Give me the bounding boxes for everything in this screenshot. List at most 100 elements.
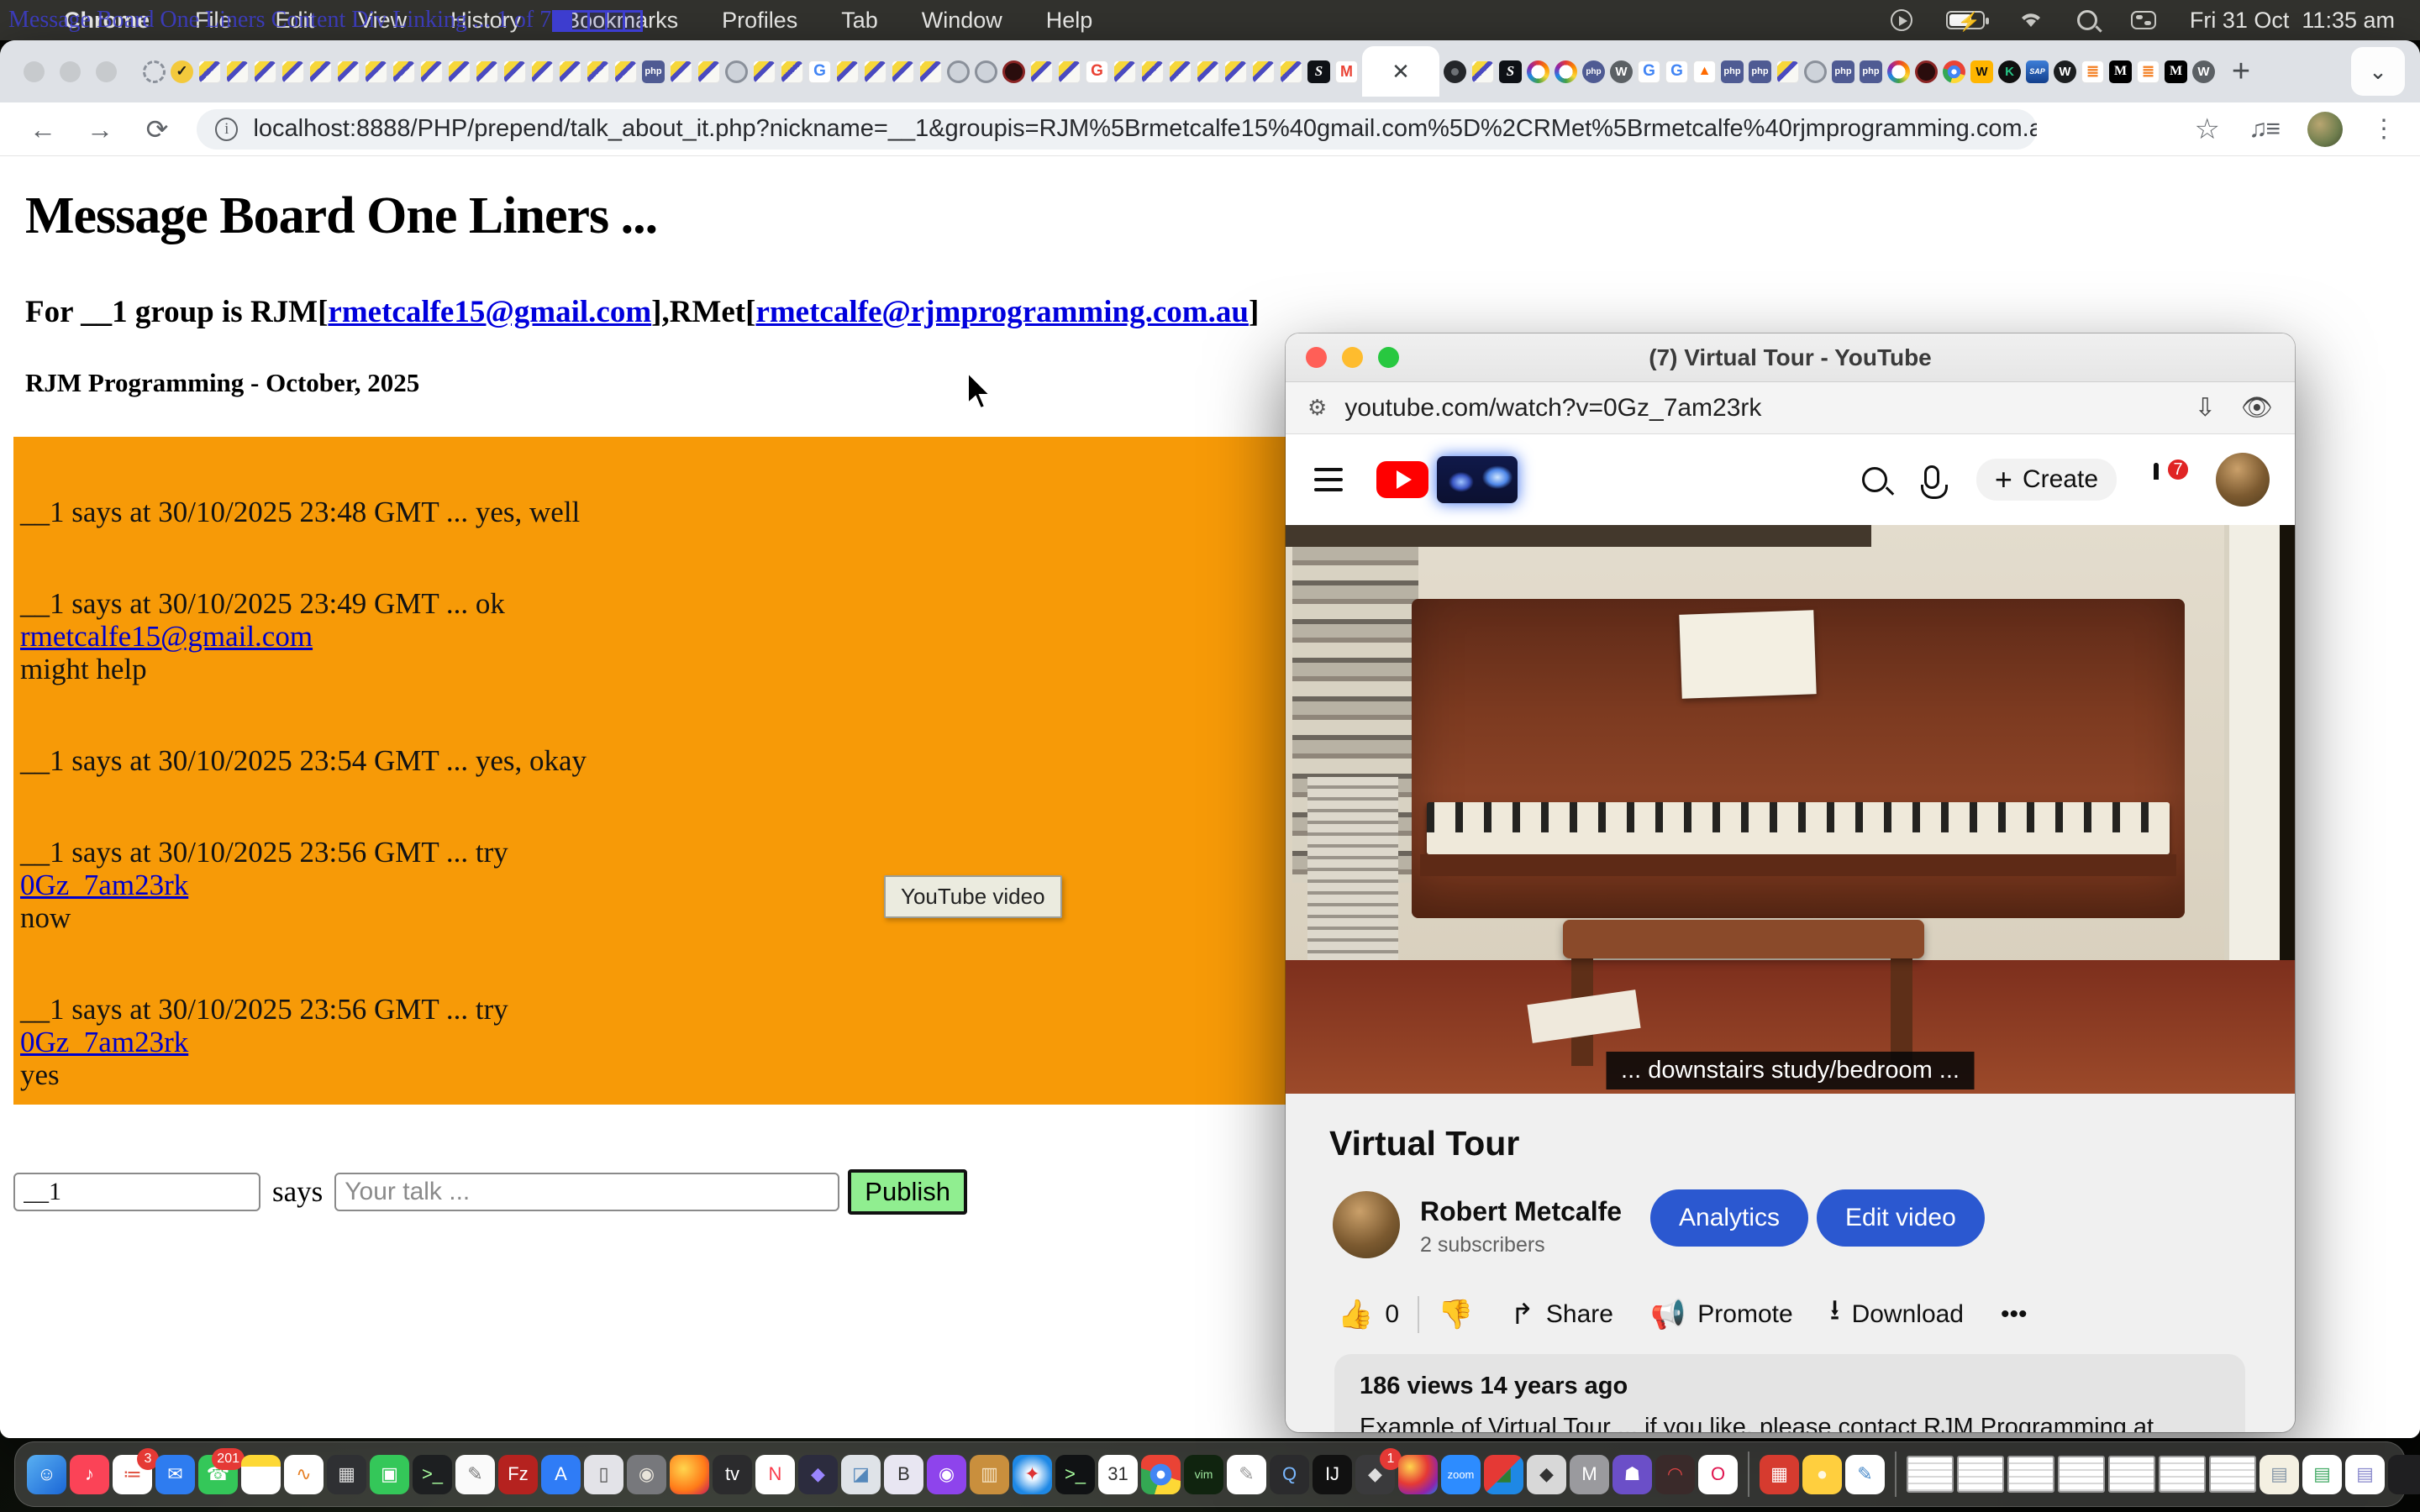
music-icon[interactable]: ♪ <box>70 1455 109 1494</box>
message-link[interactable]: 0Gz_7am23rk <box>20 1026 188 1058</box>
ghostty-icon[interactable]: ☗ <box>1612 1455 1652 1494</box>
wifi-icon[interactable] <box>2018 11 2044 29</box>
browser-tab[interactable] <box>1166 47 1194 96</box>
browser-tab[interactable]: ≣ <box>2134 47 2162 96</box>
browser-tab[interactable] <box>834 47 861 96</box>
facetime-icon[interactable]: ▣ <box>370 1455 409 1494</box>
forward-button[interactable]: → <box>86 115 114 144</box>
vim-terminal-icon[interactable]: vim <box>1184 1455 1223 1494</box>
browser-tab[interactable] <box>861 47 889 96</box>
promote-button[interactable]: 📢Promote <box>1632 1286 1812 1343</box>
browser-tab[interactable]: W <box>2051 47 2079 96</box>
browser-tab[interactable] <box>1469 47 1497 96</box>
browser-tab[interactable] <box>196 47 224 96</box>
like-button[interactable]: 👍0 <box>1319 1286 1418 1343</box>
browser-tab[interactable] <box>418 47 445 96</box>
finder-icon[interactable]: ☺ <box>27 1455 66 1494</box>
menu-profiles[interactable]: Profiles <box>700 8 819 34</box>
minimize-window-button[interactable] <box>60 61 81 82</box>
browser-tab[interactable] <box>667 47 695 96</box>
browser-tab[interactable] <box>445 47 473 96</box>
inkscape-icon[interactable]: ◆ <box>1527 1455 1566 1494</box>
group-email-link-1[interactable]: rmetcalfe15@gmail.com <box>328 295 651 329</box>
notes-icon[interactable] <box>241 1455 281 1494</box>
download-button[interactable]: ⭳Download <box>1812 1278 1982 1350</box>
browser-tab[interactable]: G <box>1083 47 1111 96</box>
preview-icon[interactable]: ◪ <box>841 1455 881 1494</box>
apple-tv-icon[interactable]: tv <box>713 1455 752 1494</box>
opera-icon[interactable]: O <box>1698 1455 1738 1494</box>
minimized-window[interactable] <box>2108 1456 2155 1493</box>
minimized-window[interactable] <box>2159 1456 2206 1493</box>
minimized-window[interactable] <box>1957 1456 2004 1493</box>
browser-tab[interactable] <box>307 47 334 96</box>
browser-tab[interactable]: php <box>1829 47 1857 96</box>
browser-tab[interactable]: ✓ <box>168 47 196 96</box>
minimized-window[interactable] <box>2007 1456 2054 1493</box>
browser-tab[interactable] <box>1249 47 1277 96</box>
browser-tab[interactable] <box>556 47 584 96</box>
profile-avatar[interactable] <box>2307 112 2343 147</box>
analytics-button[interactable]: Analytics <box>1650 1189 1808 1247</box>
browser-tab[interactable] <box>1277 47 1305 96</box>
widget-dark-icon[interactable] <box>2388 1455 2420 1494</box>
browser-tab[interactable] <box>279 47 307 96</box>
back-button[interactable]: ← <box>29 115 57 144</box>
minimized-window[interactable] <box>1907 1456 1954 1493</box>
site-settings-icon[interactable]: ⚙ <box>1307 395 1324 421</box>
news-icon[interactable]: N <box>755 1455 795 1494</box>
browser-tab[interactable] <box>1774 47 1802 96</box>
browser-tab[interactable]: G <box>1663 47 1691 96</box>
more-actions-button[interactable]: ••• <box>1982 1289 2046 1341</box>
browser-tab[interactable] <box>944 47 972 96</box>
yt-description-box[interactable]: 186 views 14 years ago Example of Virtua… <box>1334 1354 2245 1432</box>
browser-tab[interactable]: ▲ <box>1691 47 1718 96</box>
youtube-logo-custom[interactable] <box>1437 456 1518 503</box>
dislike-button[interactable]: 👎 <box>1419 1286 1491 1343</box>
new-tab-button[interactable]: + <box>2217 48 2265 95</box>
zoom-icon[interactable]: zoom <box>1441 1455 1481 1494</box>
iterm-icon[interactable]: >_ <box>1055 1455 1095 1494</box>
phone-icon[interactable]: ☎201 <box>198 1455 238 1494</box>
browser-tab[interactable] <box>723 47 750 96</box>
site-info-icon[interactable]: i <box>215 118 238 141</box>
nickname-input[interactable] <box>13 1173 260 1211</box>
textedit-doc-icon[interactable]: ✎ <box>1227 1455 1266 1494</box>
browser-tab[interactable] <box>1912 47 1940 96</box>
bbedit-icon[interactable]: B <box>884 1455 923 1494</box>
menu-window[interactable]: Window <box>900 8 1024 34</box>
address-bar[interactable]: i localhost:8888/PHP/prepend/talk_about_… <box>197 109 2037 150</box>
browser-tab[interactable] <box>695 47 723 96</box>
browser-tab[interactable]: php <box>1746 47 1774 96</box>
brave-dark-icon[interactable]: ◠ <box>1655 1455 1695 1494</box>
browser-tab[interactable]: G <box>806 47 834 96</box>
yt-create-button[interactable]: +Create <box>1976 459 2117 501</box>
zoom-window-button[interactable] <box>96 61 117 82</box>
reading-list-icon[interactable]: ♫≡ <box>2249 115 2279 144</box>
channel-name[interactable]: Robert Metcalfe <box>1420 1196 1622 1227</box>
browser-tab[interactable] <box>390 47 418 96</box>
close-tab-icon[interactable]: ✕ <box>1392 59 1410 85</box>
yt-profile-avatar[interactable] <box>2216 453 2270 507</box>
minimized-window[interactable] <box>2209 1456 2256 1493</box>
browser-tab[interactable] <box>1055 47 1083 96</box>
channel-avatar[interactable] <box>1333 1191 1400 1258</box>
close-window-button[interactable] <box>24 61 45 82</box>
archive-utility-icon[interactable]: ▥ <box>970 1455 1009 1494</box>
download-item-icon[interactable]: ▤ <box>2260 1455 2299 1494</box>
browser-tab[interactable] <box>1028 47 1055 96</box>
unity-icon[interactable]: ◆1 <box>1355 1455 1395 1494</box>
textedit-icon[interactable]: ✎ <box>455 1455 495 1494</box>
yt-notifications-bell[interactable]: 7 <box>2154 465 2179 494</box>
browser-tab[interactable]: M <box>2107 47 2134 96</box>
browser-menu-icon[interactable]: ⋮ <box>2371 114 2396 144</box>
browser-tab[interactable] <box>889 47 917 96</box>
control-center-icon[interactable] <box>2131 11 2156 29</box>
grapher-icon[interactable]: ∿ <box>284 1455 324 1494</box>
talk-input[interactable] <box>334 1173 839 1211</box>
browser-tab[interactable] <box>1194 47 1222 96</box>
chrome-icon[interactable] <box>1141 1455 1181 1494</box>
browser-tab[interactable] <box>251 47 279 96</box>
group-email-link-2[interactable]: rmetcalfe@rjmprogramming.com.au <box>755 295 1249 329</box>
publish-button[interactable]: Publish <box>848 1169 967 1215</box>
